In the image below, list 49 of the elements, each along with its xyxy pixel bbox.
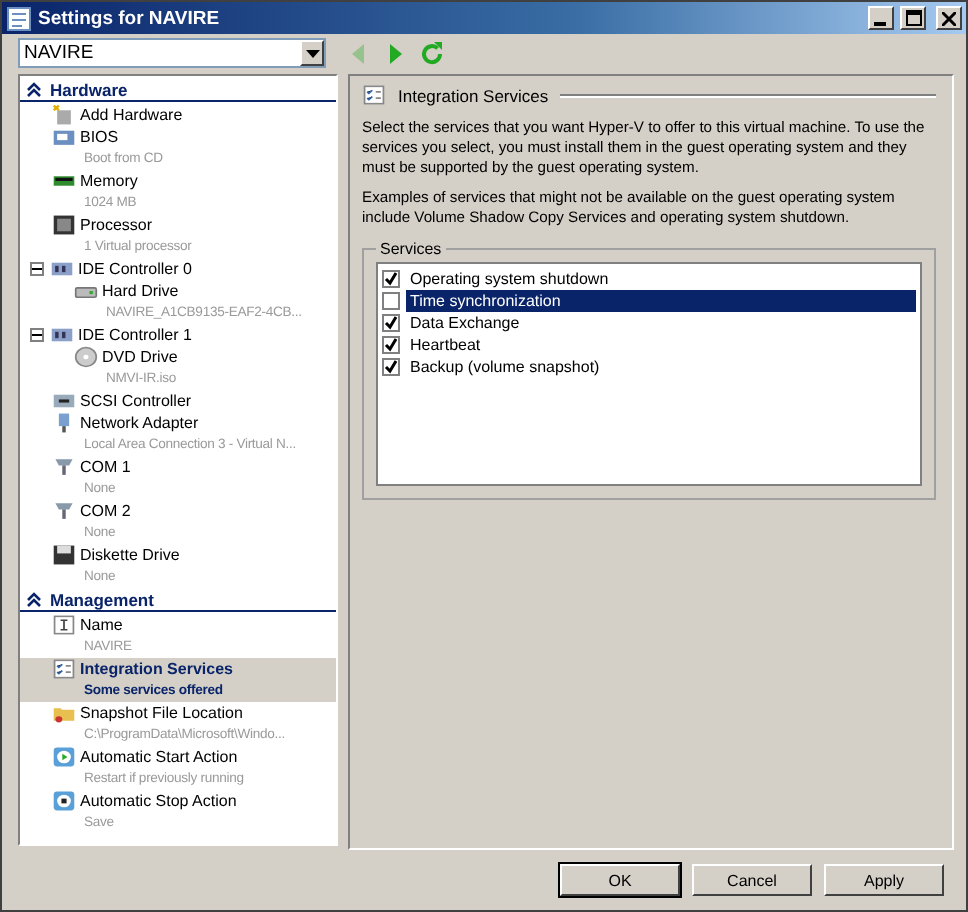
close-button[interactable] [936, 6, 962, 31]
controller-icon [50, 324, 74, 347]
maximize-button[interactable] [900, 6, 926, 31]
dialog-button[interactable]: Apply [824, 864, 944, 897]
checkbox[interactable] [382, 292, 400, 311]
section-header[interactable]: Hardware [20, 78, 336, 103]
checklist-icon [362, 84, 386, 107]
checklist-icon [52, 658, 76, 681]
collapse-icon[interactable] [30, 262, 44, 277]
service-item[interactable]: Operating system shutdown [406, 268, 916, 291]
checkbox[interactable] [382, 358, 400, 377]
sidebar-item[interactable]: Add Hardware [20, 104, 336, 127]
sidebar-item[interactable]: IDE Controller 0 [20, 258, 336, 281]
service-item[interactable]: Heartbeat [406, 334, 916, 357]
collapse-icon[interactable] [30, 328, 44, 343]
stop-action-icon [52, 790, 76, 813]
section-header[interactable]: Management [20, 588, 336, 613]
text-cursor-icon [52, 614, 76, 637]
service-item[interactable]: Time synchronization [406, 290, 916, 313]
vm-dropdown[interactable]: NAVIRE [18, 38, 326, 69]
checkbox[interactable] [382, 336, 400, 355]
close-icon [942, 11, 956, 26]
service-item[interactable]: Data Exchange [406, 312, 916, 335]
panel-title: Integration Services [398, 85, 549, 106]
controller-icon [50, 258, 74, 281]
disc-icon [74, 346, 98, 369]
folder-icon [52, 702, 76, 725]
collapse-chevron-icon[interactable] [26, 591, 42, 608]
dialog-button[interactable]: Cancel [692, 864, 812, 897]
maximize-icon [905, 10, 921, 27]
window-title: Settings for NAVIRE [38, 7, 222, 30]
port-icon [52, 456, 76, 479]
sidebar-item[interactable]: SCSI Controller [20, 390, 336, 413]
add-hardware-icon [52, 104, 76, 127]
checkbox[interactable] [382, 270, 400, 289]
collapse-chevron-icon[interactable] [26, 81, 42, 98]
sidebar-item[interactable]: IDE Controller 1 [20, 324, 336, 347]
controller-icon [52, 390, 76, 413]
checkbox[interactable] [382, 314, 400, 333]
dialog-button[interactable]: OK [560, 864, 680, 897]
chip-icon [52, 126, 76, 149]
start-action-icon [52, 746, 76, 769]
processor-icon [52, 214, 76, 237]
minimize-button[interactable] [868, 6, 894, 31]
settings-window-icon [6, 5, 32, 32]
service-item[interactable]: Backup (volume snapshot) [406, 356, 916, 379]
group-label: Services [378, 240, 444, 259]
floppy-icon [52, 544, 76, 567]
port-icon [52, 500, 76, 523]
